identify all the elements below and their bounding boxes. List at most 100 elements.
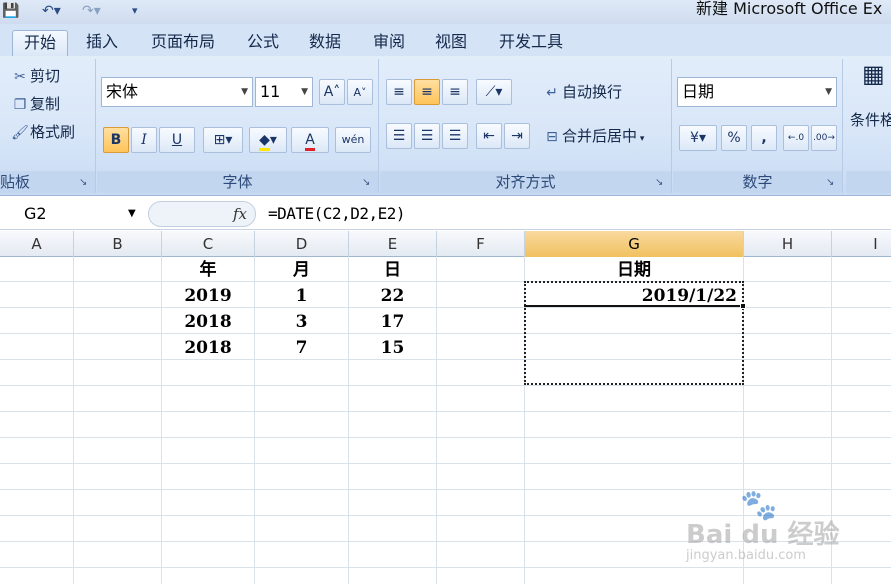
font-size-dropdown[interactable]: 11 ▼ (255, 77, 313, 107)
gridline (0, 307, 891, 308)
cell-e2[interactable]: 22 (349, 283, 436, 309)
align-top-button[interactable]: ≡ (386, 79, 412, 105)
font-name-dropdown[interactable]: 宋体 ▼ (101, 77, 253, 107)
column-header-b[interactable]: B (74, 231, 162, 257)
font-group-label: 字体 (97, 171, 378, 193)
underline-button[interactable]: U (159, 127, 195, 153)
column-header-h[interactable]: H (744, 231, 832, 257)
name-box[interactable]: G2 (4, 201, 144, 227)
cut-label: 剪切 (30, 67, 61, 85)
cell-c4[interactable]: 2018 (162, 335, 254, 361)
watermark: 🐾 Bai du 经验 jingyan.baidu.com (640, 482, 880, 572)
tab-page-layout[interactable]: 页面布局 (144, 30, 222, 56)
dialog-launcher-icon[interactable]: ↘ (655, 177, 667, 189)
orientation-button[interactable]: ⟋▾ (476, 79, 512, 105)
formula-input[interactable]: =DATE(C2,D2,E2) (268, 201, 406, 227)
clipboard-group: ✂ 剪切 ❐ 复制 🖌格式刷 贴板 ↘ (0, 59, 96, 193)
tab-home[interactable]: 开始 (12, 30, 68, 56)
tab-review[interactable]: 审阅 (364, 30, 414, 56)
chevron-down-icon: ▼ (825, 87, 832, 97)
undo-icon[interactable]: ↶▾ (42, 2, 64, 20)
tab-insert[interactable]: 插入 (76, 30, 128, 56)
tab-view[interactable]: 视图 (426, 30, 476, 56)
tab-developer[interactable]: 开发工具 (490, 30, 572, 56)
column-header-d[interactable]: D (255, 231, 349, 257)
fill-color-button[interactable]: ◆▾ (249, 127, 287, 153)
font-color-icon: A (305, 132, 315, 151)
gridline (0, 359, 891, 360)
shrink-font-button[interactable]: A˅ (347, 79, 373, 105)
align-left-button[interactable]: ☰ (386, 123, 412, 149)
chevron-down-icon: ▼ (241, 87, 248, 97)
accounting-format-button[interactable]: ¥▾ (679, 125, 717, 151)
conditional-format-button[interactable]: 条件格 (850, 109, 891, 131)
decrease-decimal-icon: .00→ (813, 133, 835, 143)
gridline (0, 463, 891, 464)
italic-button[interactable]: I (131, 127, 157, 153)
dialog-launcher-icon[interactable]: ↘ (826, 177, 838, 189)
bold-button[interactable]: B (103, 127, 129, 153)
chevron-down-icon[interactable]: ▼ (128, 201, 136, 227)
redo-icon[interactable]: ↷▾ (82, 2, 108, 20)
copy-button[interactable]: ❐ 复制 (10, 93, 60, 116)
tab-formulas[interactable]: 公式 (238, 30, 288, 56)
decrease-indent-button[interactable]: ⇤ (476, 123, 502, 149)
number-format-dropdown[interactable]: 日期 ▼ (677, 77, 837, 107)
cell-e1[interactable]: 日 (349, 257, 436, 283)
grow-font-button[interactable]: A˄ (319, 79, 345, 105)
chevron-down-icon: ▾ (637, 134, 645, 144)
cell-c3[interactable]: 2018 (162, 309, 254, 335)
cut-button[interactable]: ✂ 剪切 (10, 65, 60, 88)
cell-e3[interactable]: 17 (349, 309, 436, 335)
dialog-launcher-icon[interactable]: ↘ (362, 177, 374, 189)
fill-handle[interactable] (740, 303, 746, 309)
align-bottom-button[interactable]: ≡ (442, 79, 468, 105)
insert-function-icon[interactable]: fx (233, 202, 247, 226)
cell-e4[interactable]: 15 (349, 335, 436, 361)
cell-d2[interactable]: 1 (255, 283, 348, 309)
wrap-text-label: 自动换行 (562, 83, 623, 101)
increase-decimal-button[interactable]: ←.0 (783, 125, 809, 151)
column-header-c[interactable]: C (162, 231, 255, 257)
column-header-i[interactable]: I (832, 231, 891, 257)
save-icon[interactable]: 💾 (2, 2, 19, 20)
borders-button[interactable]: ⊞▾ (203, 127, 243, 153)
number-group-label: 数字 (673, 171, 842, 193)
align-middle-button[interactable]: ≡ (414, 79, 440, 105)
increase-decimal-icon: ←.0 (787, 133, 805, 143)
align-center-button[interactable]: ☰ (414, 123, 440, 149)
customize-qat-icon[interactable]: ▾ (132, 2, 142, 20)
dialog-launcher-icon[interactable]: ↘ (79, 177, 91, 189)
merge-center-button[interactable]: ⊟ 合并后居中 ▾ (542, 125, 644, 150)
align-middle-icon: ≡ (421, 84, 433, 100)
cell-g1[interactable]: 日期 (525, 257, 743, 283)
comma-style-button[interactable]: , (751, 125, 777, 151)
percent-button[interactable]: % (721, 125, 747, 151)
cell-c1[interactable]: 年 (162, 257, 254, 283)
cell-d1[interactable]: 月 (255, 257, 348, 283)
wrap-text-button[interactable]: ↵ 自动换行 (542, 81, 622, 104)
column-header-f[interactable]: F (437, 231, 525, 257)
column-header-g[interactable]: G (525, 231, 744, 257)
gridline (0, 333, 891, 334)
align-center-icon: ☰ (420, 128, 434, 144)
decrease-decimal-button[interactable]: .00→ (811, 125, 837, 151)
increase-indent-button[interactable]: ⇥ (504, 123, 530, 149)
title-bar: 💾 ↶▾ ↷▾ ▾ 新建 Microsoft Office Ex (0, 0, 891, 24)
tab-data[interactable]: 数据 (300, 30, 350, 56)
font-color-button[interactable]: A (291, 127, 329, 153)
column-header-e[interactable]: E (349, 231, 437, 257)
align-right-button[interactable]: ☰ (442, 123, 468, 149)
chevron-down-icon: ▼ (301, 87, 308, 97)
column-header-a[interactable]: A (0, 231, 74, 257)
font-group: 宋体 ▼ 11 ▼ A˄ A˅ B I U ⊞▾ ◆▾ A wén 字体 ↘ (97, 59, 379, 193)
phonetic-button[interactable]: wén (335, 127, 371, 153)
cell-d3[interactable]: 3 (255, 309, 348, 335)
format-painter-button[interactable]: 🖌格式刷 (10, 121, 75, 144)
align-right-icon: ☰ (448, 128, 462, 144)
cell-c2[interactable]: 2019 (162, 283, 254, 309)
format-painter-label: 格式刷 (30, 123, 76, 141)
ribbon: ✂ 剪切 ❐ 复制 🖌格式刷 贴板 ↘ 宋体 ▼ 11 ▼ A˄ A˅ B I U … (0, 56, 891, 196)
copy-label: 复制 (30, 95, 61, 113)
cell-d4[interactable]: 7 (255, 335, 348, 361)
